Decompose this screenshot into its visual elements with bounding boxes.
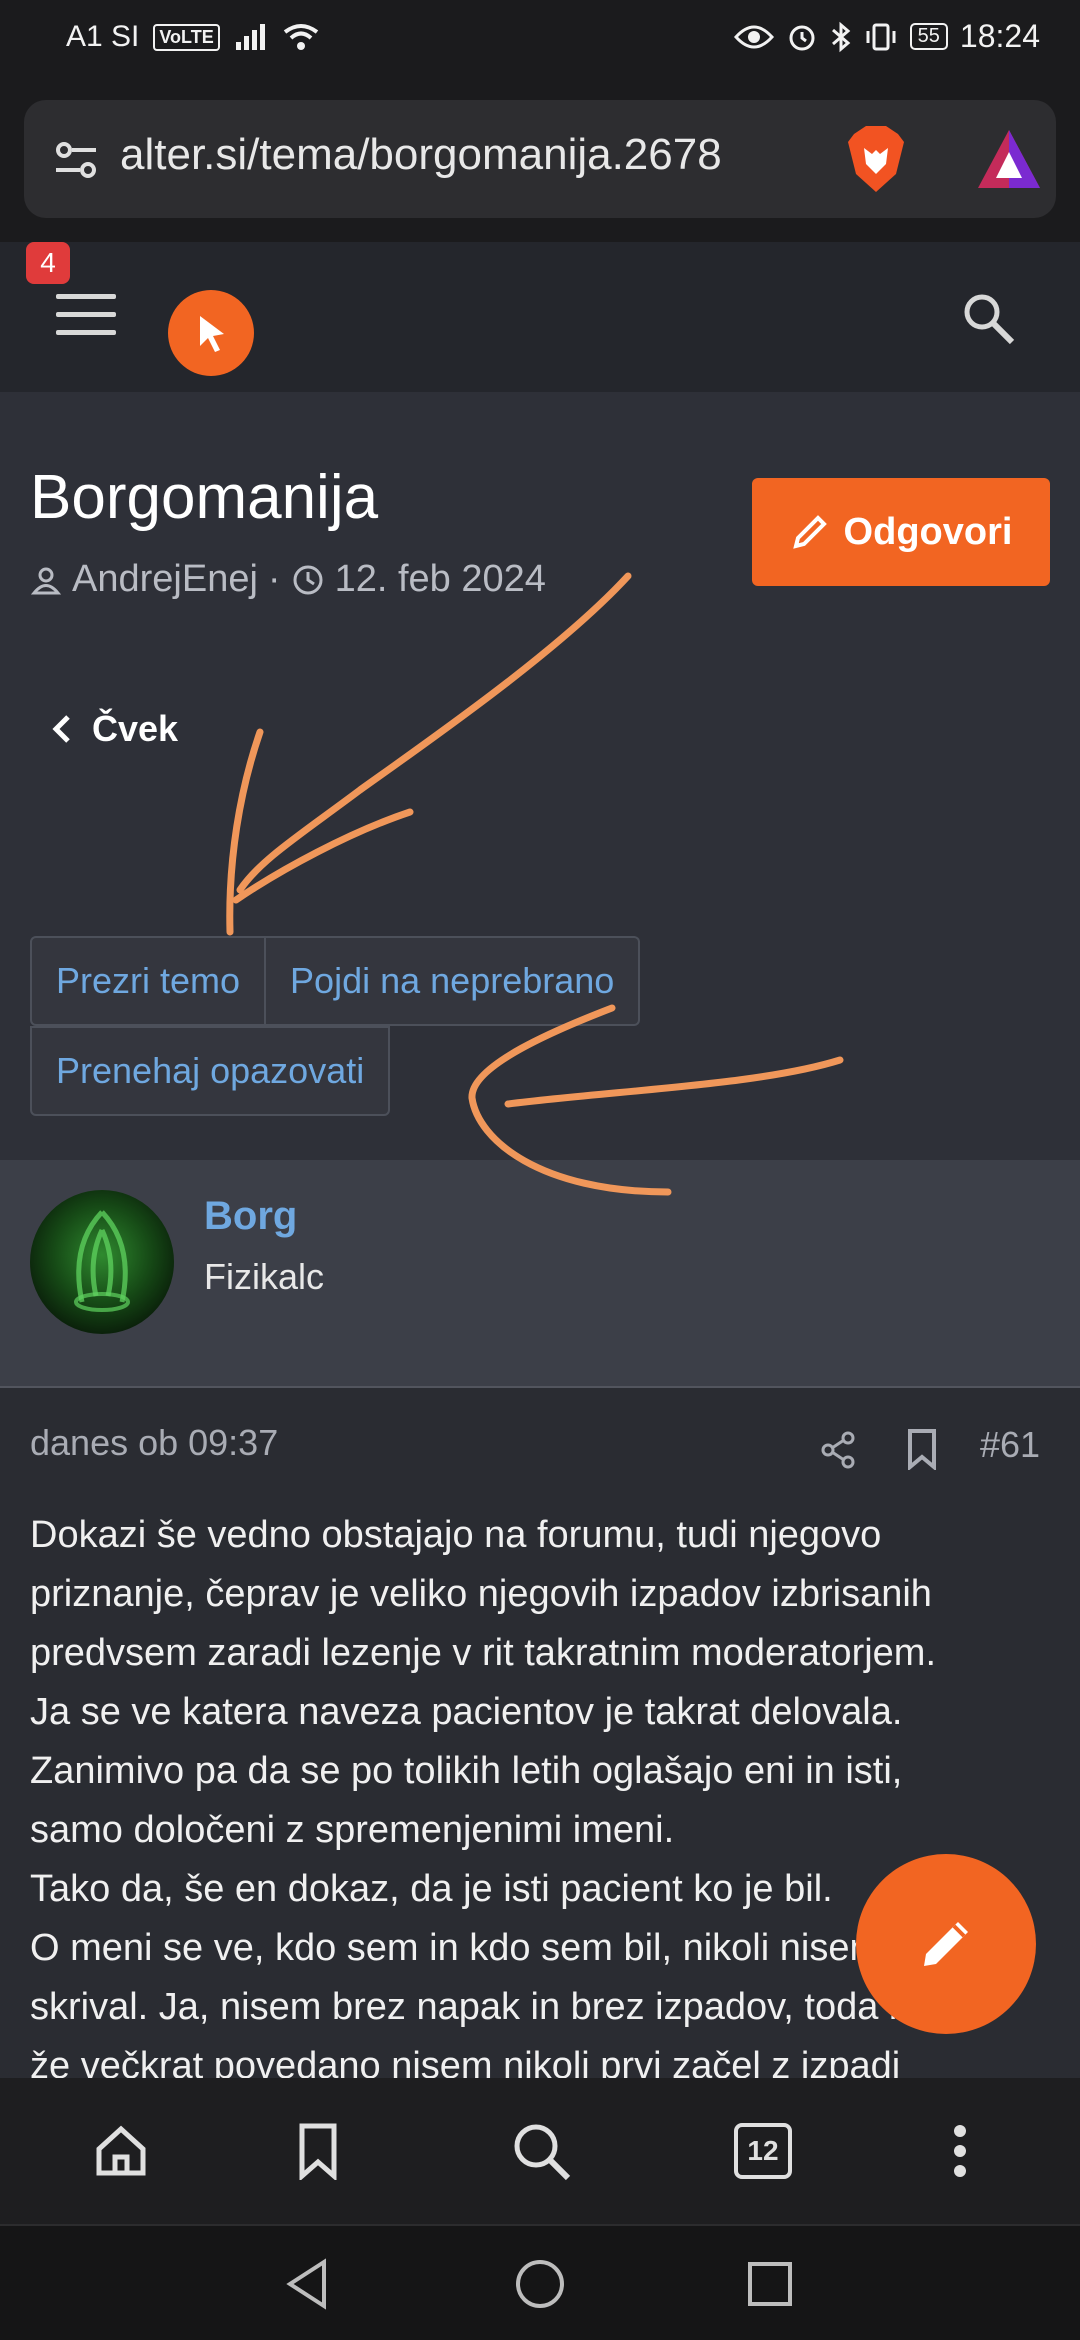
post-number[interactable]: #61 — [980, 1424, 1040, 1466]
site-settings-icon[interactable] — [52, 136, 100, 184]
post-user-block: Borg Fizikalc — [0, 1160, 1080, 1388]
site-logo[interactable] — [168, 290, 254, 376]
alarm-icon — [789, 25, 815, 50]
post-line: Zanimivo pa da se po tolikih letih oglaš… — [30, 1750, 903, 1792]
address-bar[interactable]: alter.si/tema/borgomanija.2678 — [24, 100, 1056, 218]
home-icon — [96, 2125, 146, 2176]
more-menu-button[interactable] — [925, 2116, 995, 2186]
battery-level: 55 — [909, 23, 948, 50]
post-line: Ja se ve katera naveza pacientov je takr… — [30, 1691, 903, 1733]
thread-actions: Prezri temo Pojdi na neprebrano — [30, 936, 641, 1026]
tab-count: 12 — [734, 2123, 792, 2179]
browser-toolbar: alter.si/tema/borgomanija.2678 — [0, 80, 1080, 242]
borg-emblem-icon — [74, 1210, 130, 1312]
thread-meta: AndrejEnej · 12. feb 2024 — [30, 558, 546, 601]
wifi-icon — [283, 24, 318, 50]
post-line: že večkrat povedano nisem nikoli prvi za… — [30, 2045, 901, 2078]
url-text[interactable]: alter.si/tema/borgomanija.2678 — [120, 130, 820, 180]
home-button[interactable] — [86, 2116, 156, 2186]
system-nav-bar — [0, 2224, 1080, 2340]
pencil-icon — [792, 515, 827, 549]
recents-icon[interactable] — [742, 2256, 798, 2312]
signal-icon — [235, 24, 265, 50]
thread-author[interactable]: AndrejEnej — [72, 558, 258, 601]
tabs-button[interactable]: 12 — [728, 2116, 798, 2186]
breadcrumb-back[interactable]: Čvek — [50, 708, 178, 750]
share-icon[interactable] — [818, 1430, 858, 1470]
clock: 18:24 — [959, 18, 1040, 54]
cursor-logo-icon — [200, 316, 224, 352]
thread-header: Borgomanija AndrejEnej · 12. feb 2024 Od… — [0, 392, 1080, 1160]
post-date[interactable]: danes ob 09:37 — [30, 1422, 278, 1464]
post-username[interactable]: Borg — [204, 1194, 297, 1239]
unwatch-button[interactable]: Prenehaj opazovati — [30, 1026, 391, 1116]
post-line: predvsem zaradi lezenje v rit takratnim … — [30, 1632, 937, 1674]
home-circle-icon[interactable] — [512, 2256, 568, 2312]
bookmarks-button[interactable] — [283, 2116, 353, 2186]
eye-icon — [733, 25, 774, 48]
post-line: Dokazi še vedno obstajajo na forumu, tud… — [30, 1514, 882, 1556]
brave-rewards-icon[interactable] — [974, 126, 1044, 192]
status-bar: A1 SI VoLTE 55 18:24 — [0, 0, 1080, 80]
chevron-left-icon — [52, 715, 70, 743]
avatar[interactable] — [30, 1190, 174, 1334]
back-icon[interactable] — [280, 2256, 336, 2312]
search-icon[interactable] — [958, 288, 1018, 348]
user-icon — [30, 567, 62, 594]
volte-badge: VoLTE — [153, 23, 220, 51]
brave-shields-icon[interactable] — [844, 124, 908, 194]
browser-bottom-bar: 12 — [0, 2078, 1080, 2224]
site-header: 4 — [0, 242, 1080, 392]
pencil-icon — [924, 1922, 968, 1966]
post-line: samo določeni z spremenjenimi imeni. — [30, 1809, 675, 1851]
reply-button[interactable]: Odgovori — [752, 478, 1050, 586]
meta-separator: · — [267, 558, 281, 600]
compose-fab[interactable] — [856, 1854, 1036, 2034]
post-user-title: Fizikalc — [204, 1256, 325, 1297]
thread-date[interactable]: 12. feb 2024 — [335, 558, 546, 601]
bluetooth-icon — [831, 21, 850, 52]
search-button[interactable] — [506, 2116, 576, 2186]
bookmark-icon — [299, 2123, 337, 2180]
notification-badge: 4 — [26, 242, 70, 284]
thread-title: Borgomanija — [30, 463, 379, 532]
menu-button[interactable] — [56, 294, 116, 340]
search-icon — [514, 2124, 571, 2181]
breadcrumb-label: Čvek — [92, 708, 179, 749]
jump-to-unread-button[interactable]: Pojdi na neprebrano — [266, 936, 641, 1026]
clock-icon — [293, 565, 323, 594]
bookmark-icon[interactable] — [904, 1428, 940, 1470]
vibrate-icon — [866, 23, 896, 50]
more-vertical-icon — [954, 2125, 966, 2177]
carrier-label: A1 SI — [66, 20, 140, 53]
ignore-thread-button[interactable]: Prezri temo — [30, 936, 267, 1026]
post-line: priznanje, čeprav je veliko njegovih izp… — [30, 1573, 932, 1615]
reply-button-label: Odgovori — [843, 510, 1013, 553]
